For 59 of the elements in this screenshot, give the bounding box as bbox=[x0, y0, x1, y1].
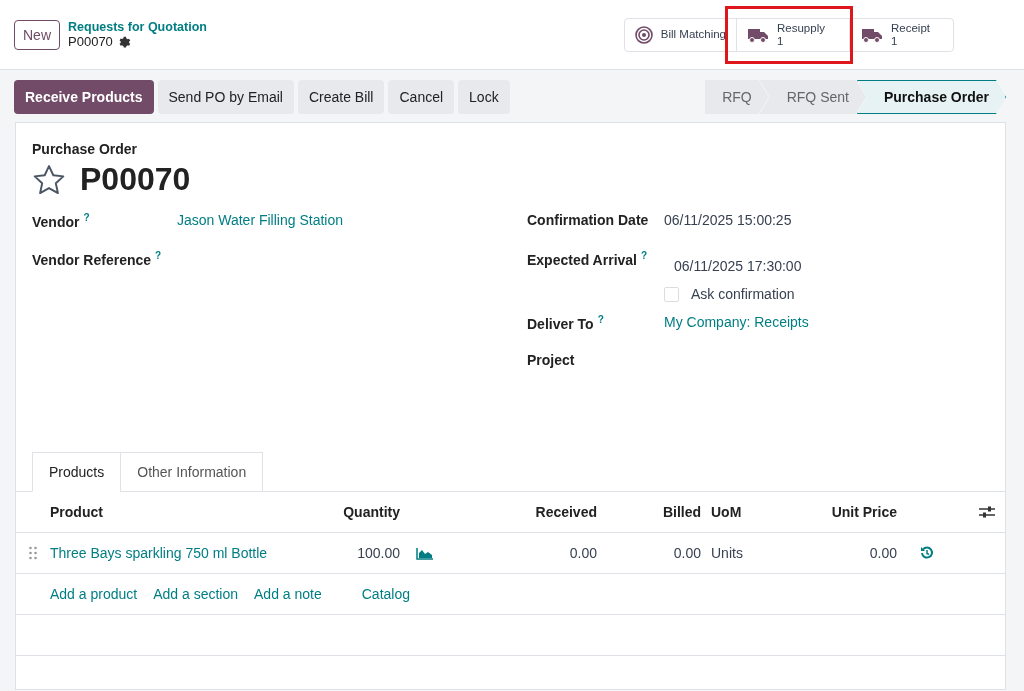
checkbox[interactable] bbox=[664, 286, 679, 302]
table-cell-text: 0.00 bbox=[568, 545, 597, 561]
column-header: Received bbox=[534, 504, 597, 520]
action-button[interactable]: Lock bbox=[458, 80, 510, 114]
truck-icon bbox=[747, 26, 769, 43]
table-cell-text: 0.00 bbox=[868, 545, 897, 561]
checkbox-label: Ask confirmation bbox=[691, 286, 795, 302]
column-header: Quantity bbox=[342, 504, 400, 520]
help-mark: ? bbox=[597, 314, 604, 325]
table-cell-text: 0.00 bbox=[672, 545, 701, 561]
help-mark: ? bbox=[83, 212, 90, 223]
star-icon[interactable] bbox=[32, 163, 66, 196]
status-step[interactable]: RFQ bbox=[705, 80, 769, 114]
field-label: Confirmation Date bbox=[527, 212, 650, 230]
truck-icon bbox=[861, 26, 883, 43]
column-header: Product bbox=[50, 504, 104, 520]
help-mark: ? bbox=[155, 250, 162, 261]
settings-sliders-icon[interactable] bbox=[979, 505, 995, 519]
history-icon[interactable] bbox=[920, 546, 934, 560]
column-header: Billed bbox=[661, 504, 701, 520]
field-label: Deliver To $^{?}$ bbox=[527, 314, 605, 334]
add-line-link[interactable]: Add a section bbox=[153, 586, 238, 602]
action-button[interactable]: Send PO by Email bbox=[157, 80, 294, 114]
field-label: Project bbox=[527, 352, 576, 370]
action-button[interactable]: Create Bill bbox=[297, 80, 385, 114]
table-cell-text: 100.00 bbox=[356, 545, 400, 561]
smart-button[interactable]: Bill Matching bbox=[623, 17, 737, 52]
field-label: Expected Arrival $^{?}$ bbox=[527, 250, 649, 270]
new-button[interactable]: New bbox=[14, 19, 60, 50]
smart-button[interactable]: Receipt 1 bbox=[850, 17, 954, 52]
tab[interactable]: Products bbox=[32, 452, 122, 492]
add-line-link[interactable]: Add a note bbox=[254, 586, 322, 602]
smart-button[interactable]: Resupply 1 bbox=[736, 17, 850, 52]
breadcrumb-link[interactable]: Requests for Quotation bbox=[68, 20, 207, 34]
field-label: Vendor Reference $^{?}$ bbox=[32, 250, 163, 270]
product-link[interactable]: Three Bays sparkling 750 ml Bottle bbox=[50, 545, 320, 561]
field-link[interactable]: My Company: Receipts bbox=[664, 314, 1005, 340]
form-caption: Purchase Order bbox=[32, 141, 139, 157]
tab[interactable]: Other Information bbox=[120, 452, 264, 492]
breadcrumb-current: P00070 bbox=[68, 34, 113, 49]
field-link[interactable]: Jason Water Filling Station bbox=[177, 212, 511, 238]
add-line-link[interactable]: Add a product bbox=[50, 586, 138, 602]
column-header: Unit Price bbox=[830, 504, 897, 520]
add-line-link[interactable]: Catalog bbox=[361, 586, 410, 602]
action-button[interactable]: Receive Products bbox=[14, 80, 154, 114]
order-number: P00070 bbox=[80, 161, 191, 198]
field-label: Vendor $^{?}$ bbox=[32, 212, 91, 232]
date-value[interactable]: 06/11/2025 17:30:00 bbox=[674, 258, 1005, 276]
target-icon bbox=[634, 25, 653, 44]
action-button[interactable]: Cancel bbox=[388, 80, 455, 114]
table-cell-text: Units bbox=[710, 545, 744, 561]
area-chart-icon[interactable] bbox=[416, 546, 434, 560]
status-step[interactable]: Purchase Order bbox=[856, 80, 1006, 114]
column-header: UoM bbox=[710, 504, 743, 520]
status-step[interactable]: RFQ Sent bbox=[759, 80, 866, 114]
field-value: 06/11/2025 15:00:25 bbox=[664, 212, 793, 230]
settings-icon[interactable] bbox=[117, 35, 131, 48]
drag-handle-icon[interactable] bbox=[29, 546, 37, 560]
help-mark: ? bbox=[641, 250, 648, 261]
